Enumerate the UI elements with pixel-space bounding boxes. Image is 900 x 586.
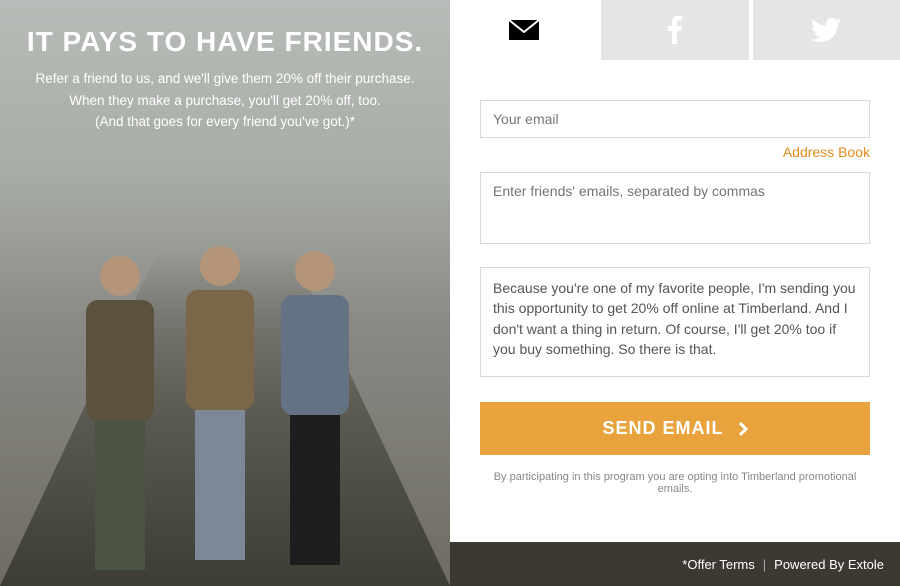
- chevron-right-icon: [738, 421, 748, 437]
- hero-panel: IT PAYS TO HAVE FRIENDS. Refer a friend …: [0, 0, 450, 586]
- disclaimer-text: By participating in this program you are…: [480, 471, 870, 495]
- message-input[interactable]: [480, 267, 870, 377]
- email-input[interactable]: [480, 100, 870, 138]
- people-illustration: [75, 226, 375, 586]
- twitter-icon: [811, 18, 841, 42]
- tab-twitter[interactable]: [753, 0, 900, 60]
- hero-title: IT PAYS TO HAVE FRIENDS.: [18, 26, 432, 58]
- offer-terms-link[interactable]: *Offer Terms: [682, 557, 754, 572]
- footer-separator: |: [763, 557, 766, 572]
- powered-by-link[interactable]: Powered By Extole: [774, 557, 884, 572]
- email-icon: [509, 20, 539, 40]
- send-email-label: SEND EMAIL: [602, 418, 723, 439]
- hero-subtitle: Refer a friend to us, and we'll give the…: [18, 68, 432, 133]
- address-book-row: Address Book: [480, 144, 870, 162]
- tab-email[interactable]: [450, 0, 597, 60]
- friends-emails-input[interactable]: [480, 172, 870, 244]
- send-email-button[interactable]: SEND EMAIL: [480, 402, 870, 455]
- form-panel: Address Book SEND EMAIL By participating…: [450, 0, 900, 586]
- tab-facebook[interactable]: [601, 0, 748, 60]
- footer: *Offer Terms | Powered By Extole: [450, 542, 900, 586]
- referral-form: Address Book SEND EMAIL By participating…: [450, 60, 900, 542]
- facebook-icon: [668, 16, 682, 44]
- share-tabs: [450, 0, 900, 60]
- address-book-link[interactable]: Address Book: [783, 144, 870, 160]
